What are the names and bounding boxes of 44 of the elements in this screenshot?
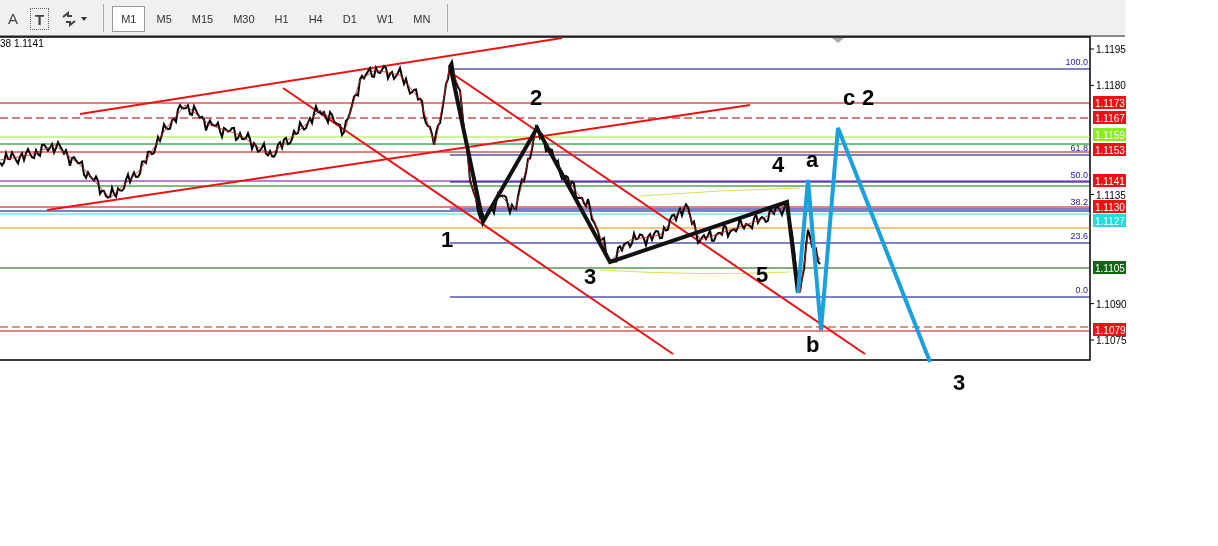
wave-label: 1: [441, 227, 454, 252]
timeframe-button[interactable]: MN: [404, 6, 440, 32]
price-tag: 1.1141: [1093, 174, 1126, 187]
chart-header: 38 1.1141: [0, 38, 44, 49]
wave-label: 3: [584, 264, 597, 289]
price-axis-label: 1.1195: [1089, 44, 1126, 55]
price-axis-label: 1.1180: [1089, 80, 1126, 92]
wave-label: 4: [772, 152, 785, 177]
price-axis-label: 1.1135: [1089, 189, 1126, 201]
wave-label: 2: [862, 85, 875, 110]
fibonacci-level-label: 100.0: [1065, 57, 1088, 67]
caret-icon: [81, 17, 88, 21]
price-tag: 1.1105: [1093, 261, 1126, 274]
wave-label: b: [806, 332, 820, 357]
fibonacci-level-label: 0.0: [1075, 285, 1088, 295]
arrows-icon: [61, 11, 78, 27]
price-tag: 1.1167: [1093, 111, 1126, 124]
price-axis-label: 1.1090: [1089, 298, 1127, 310]
wave-label: 3: [953, 370, 966, 395]
wave-label: a: [806, 147, 819, 172]
price-tag: 1.1079: [1093, 323, 1126, 336]
price-tag: 1.1130: [1093, 200, 1126, 213]
fibonacci-level-label: 38.2: [1070, 197, 1088, 207]
fibonacci-level-label: 23.6: [1070, 231, 1088, 241]
wave-label: 5: [756, 262, 769, 287]
timeframe-button[interactable]: M5: [147, 6, 181, 32]
fibonacci-level-label: 61.8: [1070, 143, 1088, 153]
price-tag: 1.1153: [1093, 143, 1126, 156]
price-tag: 1.1127: [1093, 214, 1126, 227]
timeframe-button[interactable]: M1: [112, 6, 146, 32]
timeframe-button[interactable]: H4: [299, 6, 332, 32]
timeframe-button[interactable]: W1: [367, 6, 403, 32]
price-axis-label: 1.1075: [1089, 335, 1127, 346]
wave-label: c: [843, 85, 856, 110]
price-tag: 1.1173: [1093, 96, 1126, 109]
timeframe-button[interactable]: H1: [265, 6, 298, 32]
text-tool-button[interactable]: A: [0, 6, 26, 32]
wave-label: 2: [530, 85, 543, 110]
fibonacci-level-label: 50.0: [1070, 170, 1088, 180]
timeframe-button[interactable]: M15: [182, 6, 223, 32]
text-label-tool-button[interactable]: T: [30, 8, 50, 30]
timeframe-button[interactable]: M30: [224, 6, 264, 32]
price-tag: 1.1159: [1093, 128, 1126, 141]
timeframe-button[interactable]: D1: [333, 6, 366, 32]
